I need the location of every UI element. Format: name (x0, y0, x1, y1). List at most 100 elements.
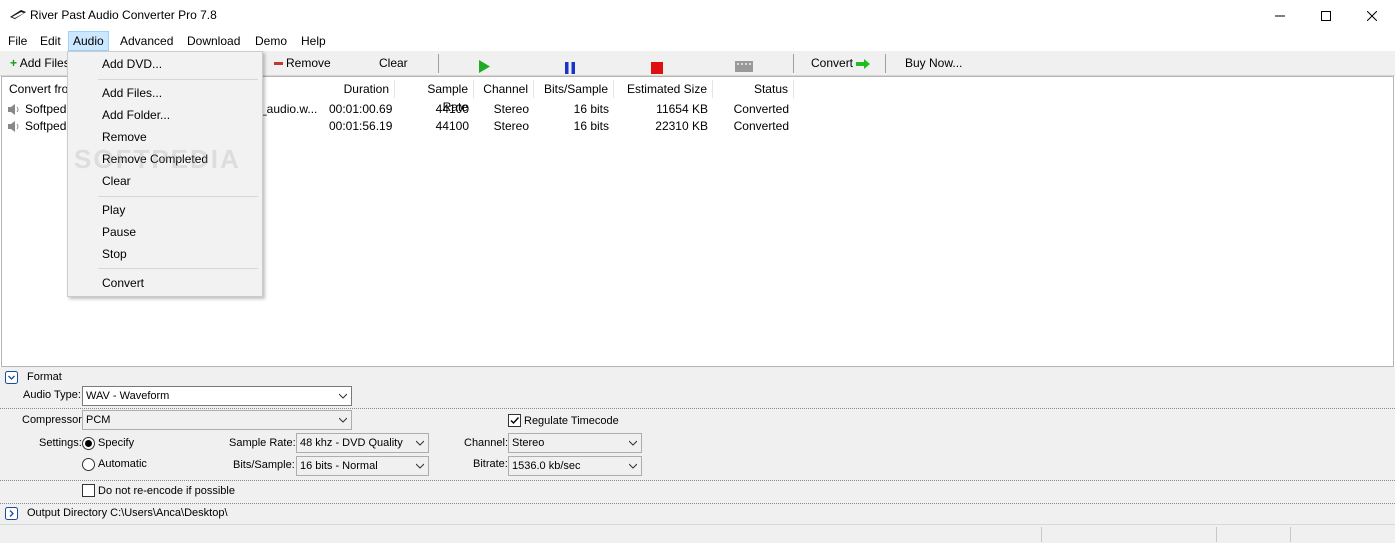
bits-cell: 16 bits (573, 119, 609, 133)
maximize-button[interactable] (1303, 0, 1349, 31)
audio-menu-dropdown: Add DVD... Add Files... Add Folder... Re… (67, 51, 263, 297)
specify-radio[interactable] (82, 437, 95, 450)
menu-separator (98, 79, 258, 80)
regulate-timecode-label: Regulate Timecode (524, 415, 619, 427)
duration-cell: 00:01:56.19 (329, 119, 393, 133)
channel-label: Channel: (464, 437, 509, 449)
menu-separator (98, 268, 258, 269)
divider (0, 408, 1395, 409)
menu-download[interactable]: Download (183, 31, 244, 51)
menu-audio[interactable]: Audio (68, 31, 109, 51)
convert-button[interactable]: Convert (811, 51, 871, 76)
chevron-down-icon (629, 440, 637, 446)
play-button[interactable] (478, 57, 490, 73)
compressor-label: Compressor: (22, 414, 85, 426)
bitrate-select[interactable]: 1536.0 kb/sec (508, 456, 642, 476)
menu-help[interactable]: Help (297, 31, 330, 51)
compressor-select[interactable]: PCM (82, 410, 352, 430)
menu-item-play[interactable]: Play (68, 199, 262, 221)
plus-icon: + (10, 56, 18, 70)
size-cell: 22310 KB (655, 119, 708, 133)
stop-icon (651, 62, 663, 74)
automatic-label: Automatic (98, 458, 147, 470)
menu-item-pause[interactable]: Pause (68, 221, 262, 243)
no-reencode-label: Do not re-encode if possible (98, 485, 235, 497)
chevron-down-icon (629, 463, 637, 469)
menu-item-add-dvd[interactable]: Add DVD... (68, 53, 262, 75)
menu-edit[interactable]: Edit (36, 31, 65, 51)
menu-bar: File Edit Audio Advanced Download Demo H… (0, 31, 1395, 51)
no-reencode-checkbox[interactable] (82, 484, 95, 497)
add-files-button[interactable]: + Add Files (10, 51, 70, 76)
remove-label: Remove (286, 56, 331, 70)
menu-item-convert[interactable]: Convert (68, 272, 262, 294)
arrow-right-icon (856, 58, 871, 69)
sample-rate-select[interactable]: 48 khz - DVD Quality (296, 433, 429, 453)
column-header-status[interactable]: Status (713, 80, 794, 98)
column-header-channel[interactable]: Channel (474, 80, 534, 98)
pause-button[interactable] (564, 58, 576, 74)
menu-separator (98, 196, 258, 197)
sample-rate-cell: 44100 (435, 102, 469, 116)
toolbar-separator (793, 54, 794, 73)
bits-sample-select[interactable]: 16 bits - Normal (296, 456, 429, 476)
column-header-bits-sample[interactable]: Bits/Sample (534, 80, 614, 98)
minimize-button[interactable] (1257, 0, 1303, 31)
status-bar (0, 524, 1395, 543)
checkmark-icon (510, 417, 520, 425)
status-separator (1216, 527, 1217, 542)
menu-file[interactable]: File (4, 31, 31, 51)
menu-demo[interactable]: Demo (251, 31, 291, 51)
speaker-icon (8, 121, 19, 132)
status-cell: Converted (733, 102, 789, 116)
channel-cell: Stereo (493, 119, 529, 133)
clear-button[interactable]: Clear (379, 51, 408, 76)
sample-rate-cell: 44100 (435, 119, 469, 133)
collapse-icon[interactable] (5, 371, 18, 384)
format-header: Format (27, 371, 62, 383)
automatic-radio[interactable] (82, 458, 95, 471)
chevron-down-icon (339, 393, 347, 399)
channel-cell: Stereo (493, 102, 529, 116)
menu-item-remove-completed[interactable]: Remove Completed (68, 148, 262, 170)
regulate-timecode-checkbox[interactable] (508, 414, 521, 427)
column-header-duration[interactable]: Duration (262, 80, 395, 98)
menu-item-stop[interactable]: Stop (68, 243, 262, 265)
close-icon (1367, 10, 1377, 21)
close-button[interactable] (1349, 0, 1395, 31)
compressor-value: PCM (86, 414, 111, 426)
channel-value: Stereo (512, 437, 545, 449)
dvd-button[interactable] (735, 57, 753, 72)
toolbar-separator (438, 54, 439, 73)
column-header-sample-rate[interactable]: Sample Rate (395, 80, 474, 114)
menu-item-add-files[interactable]: Add Files... (68, 82, 262, 104)
file-name-tail: _audio.w... (260, 102, 318, 116)
column-header-estimated-size[interactable]: Estimated Size (614, 80, 713, 98)
minimize-icon (1275, 15, 1285, 16)
expand-icon[interactable] (5, 507, 18, 520)
menu-item-clear[interactable]: Clear (68, 170, 262, 192)
remove-button[interactable]: Remove (274, 51, 331, 76)
app-icon (10, 10, 26, 19)
speaker-icon (8, 104, 19, 115)
menu-item-add-folder[interactable]: Add Folder... (68, 104, 262, 126)
audio-type-label: Audio Type: (23, 389, 81, 401)
channel-select[interactable]: Stereo (508, 433, 642, 453)
title-bar: River Past Audio Converter Pro 7.8 (0, 0, 1395, 31)
add-files-label: Add Files (19, 56, 70, 70)
menu-item-remove[interactable]: Remove (68, 126, 262, 148)
buy-now-button[interactable]: Buy Now... (905, 51, 962, 76)
pause-icon (565, 62, 575, 74)
sample-rate-value: 48 khz - DVD Quality (300, 437, 403, 449)
audio-type-select[interactable]: WAV - Waveform (82, 386, 352, 406)
chevron-down-icon (416, 463, 424, 469)
bitrate-value: 1536.0 kb/sec (512, 460, 581, 472)
menu-advanced[interactable]: Advanced (116, 31, 177, 51)
status-cell: Converted (733, 119, 789, 133)
bits-cell: 16 bits (573, 102, 609, 116)
status-separator (1041, 527, 1042, 542)
stop-button[interactable] (651, 58, 663, 74)
convert-label: Convert (811, 56, 854, 70)
minus-icon (274, 62, 283, 66)
settings-label: Settings: (39, 437, 82, 449)
